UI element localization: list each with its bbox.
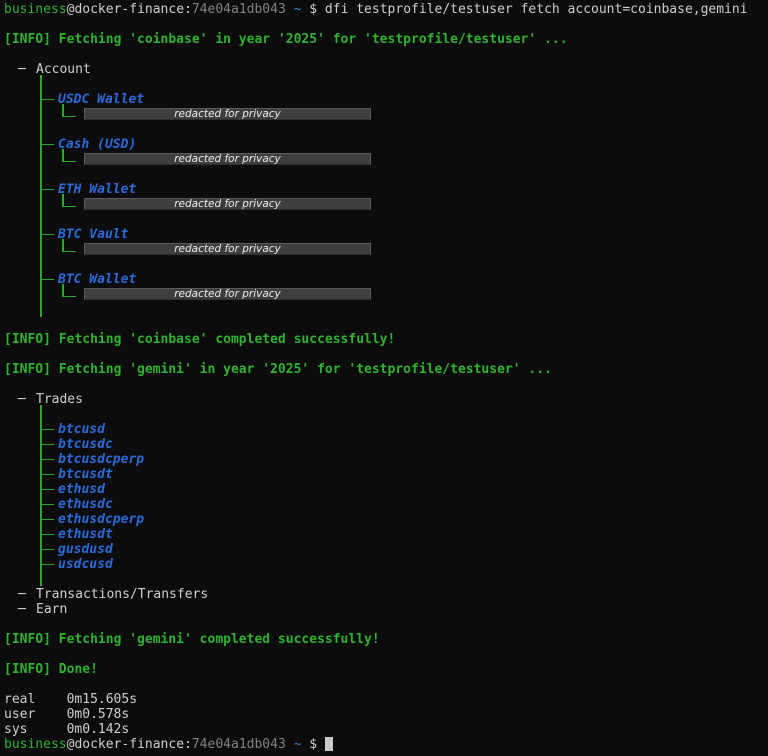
section-dash-icon: ─ [18,602,26,617]
prompt-line: business@docker-finance:74e04a1db043 ~ $ [4,737,768,752]
redaction-bar: redacted for privacy [84,108,371,120]
terminal-window[interactable]: business@docker-finance:74e04a1db043 ~ $… [0,0,768,756]
timing-value: 0m0.142s [67,722,130,737]
section-dash-icon: ─ [18,62,26,77]
trade-name: ethusd [58,482,105,497]
info-fetch-coinbase: [INFO] Fetching 'coinbase' in year '2025… [4,32,768,47]
prompt-symbol: $ [309,2,317,17]
info-gemini-done: [INFO] Fetching 'gemini' completed succe… [4,632,768,647]
transactions-section-label: Transactions/Transfers [36,587,208,602]
trade-name: usdcusd [58,557,113,572]
info-coinbase-done: [INFO] Fetching 'coinbase' completed suc… [4,332,768,347]
transactions-section-row: ─ Transactions/Transfers [4,587,768,602]
prompt-host: @docker-finance: [67,737,192,752]
tree-branch-line [40,189,54,191]
trade-name: btcusdcperp [58,452,144,467]
tree-branch-line [40,474,54,476]
tree-corner-line [62,296,76,298]
section-dash-icon: ─ [18,587,26,602]
tree-branch-line [40,429,54,431]
timing-value: 0m15.605s [67,692,137,707]
timing-row: sys0m0.142s [4,722,768,737]
prompt-user: business [4,737,67,752]
timing-label: user [4,707,67,722]
wallet-name: BTC Wallet [58,272,136,287]
tree-branch-line [40,279,54,281]
trade-name: ethusdt [58,527,113,542]
trade-name: btcusdc [58,437,113,452]
prompt-container-id: 74e04a1db043 [192,2,286,17]
tree-branch-line [40,459,54,461]
wallet-name: Cash (USD) [58,137,136,152]
trade-name: ethusdcperp [58,512,144,527]
redaction-label: redacted for privacy [174,244,281,255]
timing-label: sys [4,722,67,737]
account-section-row: ─ Account [4,62,768,77]
tree-vertical-line [40,75,42,317]
redaction-label: redacted for privacy [174,199,281,210]
tree-branch-line [40,489,54,491]
tree-branch-line [40,444,54,446]
wallet-name: ETH Wallet [58,182,136,197]
prompt-user: business [4,2,67,17]
tree-vertical-line [40,405,42,586]
earn-section-row: ─ Earn [4,602,768,617]
trade-name: ethusdc [58,497,113,512]
tree-branch-line [40,564,54,566]
prompt-symbol: $ [309,737,317,752]
info-fetch-gemini: [INFO] Fetching 'gemini' in year '2025' … [4,362,768,377]
prompt-line: business@docker-finance:74e04a1db043 ~ $… [4,2,768,17]
redaction-bar: redacted for privacy [84,288,371,300]
tree-branch-line [40,99,54,101]
tree-branch-line [40,504,54,506]
trade-name: gusdusd [58,542,113,557]
tree-corner-line [62,161,76,163]
account-section-label: Account [36,62,91,77]
tree-branch-line [40,534,54,536]
tree-corner-line [62,116,76,118]
section-dash-icon: ─ [18,392,26,407]
tree-branch-line [40,549,54,551]
wallet-name: BTC Vault [58,227,128,242]
redaction-bar: redacted for privacy [84,198,371,210]
tree-branch-line [40,234,54,236]
timing-value: 0m0.578s [67,707,130,722]
redaction-label: redacted for privacy [174,109,281,120]
tree-corner-line [62,251,76,253]
trade-name: btcusdt [58,467,113,482]
redaction-bar: redacted for privacy [84,243,371,255]
timing-row: real0m15.605s [4,692,768,707]
redaction-label: redacted for privacy [174,289,281,300]
prompt-host: @docker-finance: [67,2,192,17]
wallet-name: USDC Wallet [58,92,144,107]
cursor-block [325,737,333,751]
command-text: dfi testprofile/testuser fetch account=c… [325,2,748,17]
trades-section-row: ─ Trades [4,392,768,407]
info-done: [INFO] Done! [4,662,768,677]
redaction-bar: redacted for privacy [84,153,371,165]
tree-branch-line [40,519,54,521]
tree-branch-line [40,144,54,146]
prompt-container-id: 74e04a1db043 [192,737,286,752]
trades-section-label: Trades [36,392,83,407]
redaction-label: redacted for privacy [174,154,281,165]
trade-name: btcusd [58,422,105,437]
tree-corner-line [62,206,76,208]
timing-row: user0m0.578s [4,707,768,722]
earn-section-label: Earn [36,602,67,617]
timing-label: real [4,692,67,707]
